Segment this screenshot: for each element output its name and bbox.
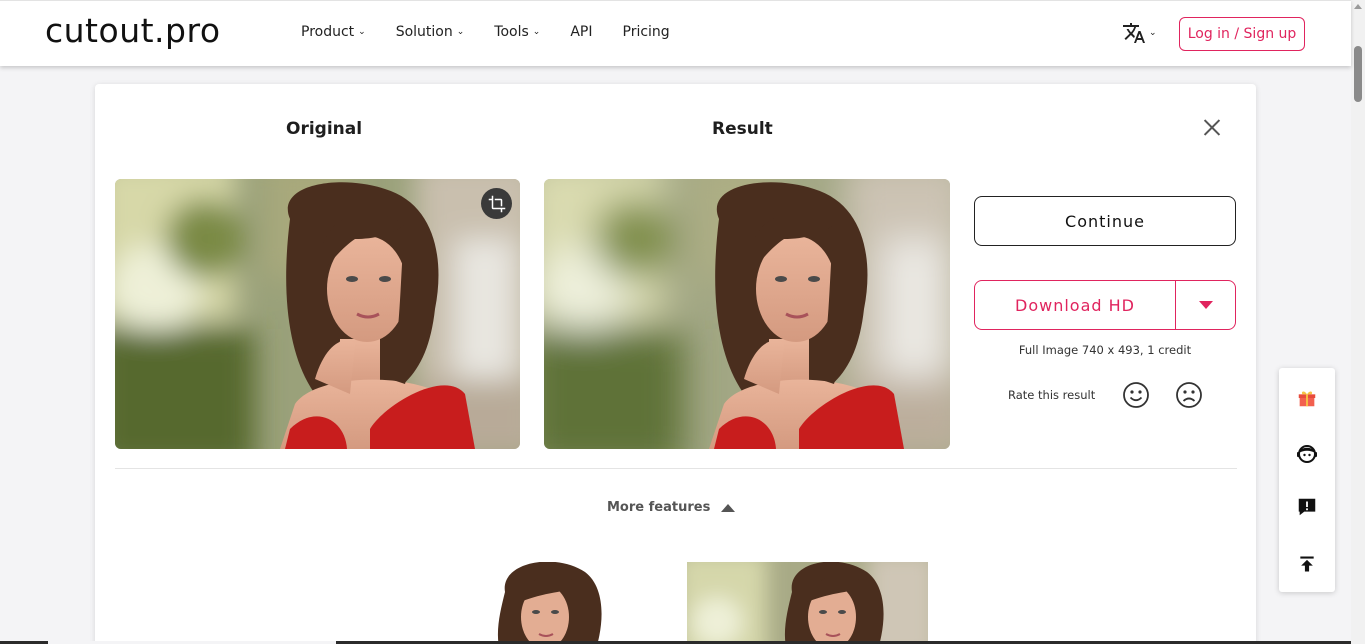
crop-icon xyxy=(488,195,506,213)
logo[interactable]: cutout.pro xyxy=(45,11,221,50)
more-features-toggle[interactable]: More features xyxy=(607,500,735,515)
continue-button[interactable]: Continue xyxy=(974,196,1236,246)
translate-icon xyxy=(1122,21,1146,45)
nav-api-label: API xyxy=(570,24,592,40)
nav-api[interactable]: API xyxy=(570,24,592,40)
top-navbar: cutout.pro Product ⌄ Solution ⌄ Tools ⌄ … xyxy=(0,0,1351,66)
scroll-up-arrow-icon[interactable] xyxy=(1354,4,1362,9)
chevron-down-icon: ⌄ xyxy=(457,27,465,37)
result-image xyxy=(544,179,950,449)
chevron-down-icon: ⌄ xyxy=(358,27,366,37)
rate-label: Rate this result xyxy=(1008,388,1095,402)
gift-icon[interactable] xyxy=(1293,384,1321,412)
nav-product[interactable]: Product ⌄ xyxy=(301,24,366,40)
caret-down-icon xyxy=(1199,301,1213,309)
image-info-text: Full Image 740 x 493, 1 credit xyxy=(974,343,1236,357)
scrollbar-thumb[interactable] xyxy=(1354,46,1362,102)
more-features-label: More features xyxy=(607,500,710,515)
nav-pricing[interactable]: Pricing xyxy=(623,24,670,40)
nav-solution[interactable]: Solution ⌄ xyxy=(396,24,465,40)
nav-pricing-label: Pricing xyxy=(623,24,670,40)
main-nav: Product ⌄ Solution ⌄ Tools ⌄ API Pricing xyxy=(301,24,700,40)
floating-side-toolbar xyxy=(1279,368,1335,592)
section-divider xyxy=(115,468,1237,469)
close-icon[interactable] xyxy=(1201,117,1223,139)
back-to-top-icon[interactable] xyxy=(1293,550,1321,578)
feedback-icon[interactable] xyxy=(1293,493,1321,521)
result-title: Result xyxy=(712,119,773,139)
download-hd-button[interactable]: Download HD xyxy=(975,281,1176,329)
chevron-down-icon: ⌄ xyxy=(1149,28,1157,38)
feature-thumbnail-cutout[interactable] xyxy=(495,562,605,644)
nav-tools-label: Tools xyxy=(494,24,529,40)
feature-thumbnail-blur[interactable] xyxy=(687,562,928,644)
original-image xyxy=(115,179,520,449)
customer-service-icon[interactable] xyxy=(1293,439,1321,467)
nav-product-label: Product xyxy=(301,24,354,40)
chevron-down-icon: ⌄ xyxy=(533,27,541,37)
nav-tools[interactable]: Tools ⌄ xyxy=(494,24,540,40)
download-options-dropdown[interactable] xyxy=(1176,281,1235,329)
login-signup-button[interactable]: Log in / Sign up xyxy=(1179,17,1305,51)
original-title: Original xyxy=(286,119,362,139)
nav-solution-label: Solution xyxy=(396,24,453,40)
download-group: Download HD xyxy=(974,280,1236,330)
result-card: Original Result xyxy=(95,84,1256,644)
crop-button[interactable] xyxy=(481,188,512,219)
smile-face-icon[interactable] xyxy=(1122,381,1150,409)
caret-up-icon xyxy=(721,504,735,512)
sad-face-icon[interactable] xyxy=(1175,381,1203,409)
page-scrollbar[interactable] xyxy=(1351,0,1365,644)
language-selector[interactable]: ⌄ xyxy=(1122,21,1157,45)
